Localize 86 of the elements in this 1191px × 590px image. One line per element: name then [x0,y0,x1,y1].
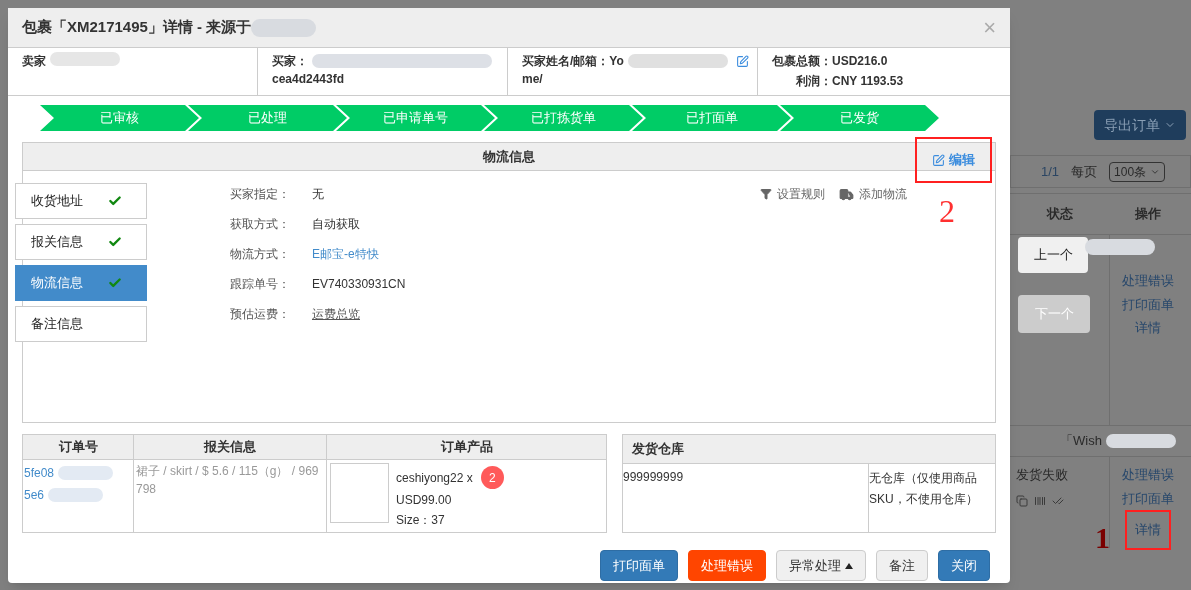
blurred-block [48,488,104,502]
column-header: 操作 [1133,205,1162,224]
field-label: 买家： [272,53,308,70]
shipping-method-link[interactable]: E邮宝-e特快 [312,245,379,263]
field-value: EV740330931CN [312,276,406,293]
order-id-link[interactable]: 5e6 [24,486,45,504]
edit-link[interactable]: 编辑 [915,137,992,183]
progress-step: 已发货 [780,105,939,131]
check-icon [108,276,122,290]
blurred-block [1105,434,1176,448]
dialog-button[interactable]: 备注 [876,550,928,581]
product-price: USD99.00 [396,492,453,509]
progress-step: 已审核 [40,105,199,131]
copy-icon[interactable] [1016,494,1028,507]
progress-step: 已申请单号 [336,105,495,131]
action-link[interactable]: 打印面单 [1121,294,1174,314]
per-page-select[interactable]: 100条 [1109,161,1166,182]
buyer-id: cea4d2443fd [272,71,346,88]
column-header: 状态 [1045,205,1074,224]
side-tab[interactable]: 备注信息 [15,306,147,342]
set-rules-button[interactable]: 设置规则 [760,185,825,203]
status-text: 发货失败 [1016,466,1069,484]
edit-icon [932,153,945,167]
field-label: 利润： [795,73,832,90]
side-tab[interactable]: 收货地址 [15,183,147,219]
dialog-button[interactable]: 打印面单 [600,550,678,581]
check-icon [108,235,122,249]
field-label: 跟踪单号： [230,276,291,293]
dialog-title: 包裹「XM2171495」详情 - 来源于 [22,17,252,38]
name-email-value: me/ [522,71,544,88]
blurred-block [58,466,114,480]
product-image-placeholder [330,463,389,523]
action-link[interactable]: 处理错误 [1121,465,1174,485]
close-button[interactable]: × [983,16,996,39]
dialog-button[interactable]: 处理错误 [688,550,766,581]
blurred-block [1085,239,1155,255]
customs-info: 裙子 / skirt / $ 5.6 / 115（g） / 969798 [136,464,319,496]
warehouse-code: 999999999 [623,470,684,484]
column-header: 发货仓库 [632,440,684,459]
progress-step: 已打面单 [632,105,791,131]
order-source: 「Wish [1060,432,1102,451]
column-header: 报关信息 [134,435,327,459]
action-link[interactable]: 详情 [1134,318,1161,338]
progress-step: 已处理 [188,105,347,131]
product-name: ceshiyong22 x [396,469,473,487]
edit-icon[interactable] [736,54,749,68]
warehouse-note: 无仓库（仅使用商品SKU，不使用仓库） [869,471,978,506]
order-id-link[interactable]: 5fe08 [24,464,55,482]
check-icon [108,194,122,208]
add-logistics-button[interactable]: 添加物流 [839,185,907,203]
previous-button[interactable]: 上一个 [1018,237,1088,273]
action-link[interactable]: 打印面单 [1121,488,1174,508]
action-link[interactable]: 详情 [1126,512,1169,548]
dialog-button[interactable]: 关闭 [938,550,990,581]
column-header: 订单产品 [439,438,494,457]
total-amount: USD216.0 [832,53,889,70]
profit-amount: CNY 1193.53 [832,73,904,90]
field-label: 预估运费： [230,306,291,323]
field-label: 获取方式： [230,216,291,233]
quantity-badge: 2 [480,466,504,489]
side-tab[interactable]: 报关信息 [15,224,147,260]
action-link[interactable]: 处理错误 [1121,271,1174,291]
caret-icon [845,562,853,569]
blurred-block [50,52,120,66]
field-label: 物流方式： [230,246,291,263]
panel-title: 物流信息 [483,147,535,166]
field-value: 无 [312,186,324,203]
field-value: 自动获取 [312,216,360,233]
side-tab[interactable]: 物流信息 [15,265,147,301]
field-label: 卖家 [22,53,46,70]
per-page-label: 每页 [1071,162,1098,181]
field-label: 买家指定： [230,186,291,203]
field-label: 包裹总额： [772,53,832,70]
product-size: Size：37 [396,512,446,529]
annotation-number: 1 [1095,520,1110,556]
dialog-button[interactable]: 异常处理 [776,550,866,581]
annotation-number: 2 [939,192,955,231]
truck-icon [839,186,854,202]
progress-step: 已打拣货单 [484,105,643,131]
export-orders-button[interactable]: 导出订单 [1094,110,1186,140]
page-count: 1/1 [1041,162,1060,181]
column-header: 订单号 [23,435,134,459]
shipping-cost-link[interactable]: 运费总览 [312,305,360,323]
name-email-label: 买家姓名/邮箱：Yo [522,53,624,70]
barcode-icon[interactable] [1034,494,1046,507]
filter-icon [760,188,772,200]
